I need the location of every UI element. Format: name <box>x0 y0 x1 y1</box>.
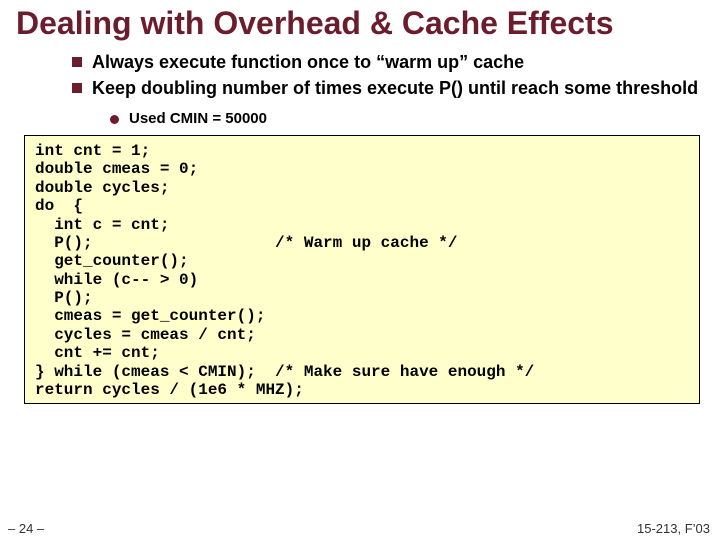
subbullet-item: Used CMIN = 50000 <box>110 110 720 127</box>
square-bullet-icon <box>72 57 82 67</box>
subbullet-text: Used CMIN = 50000 <box>129 110 267 127</box>
bullet-text: Keep doubling number of times execute P(… <box>92 77 718 100</box>
bullet-list: Always execute function once to “warm up… <box>0 51 720 106</box>
square-bullet-icon <box>72 83 82 93</box>
disc-bullet-icon <box>110 115 119 124</box>
page-number: – 24 – <box>8 521 44 536</box>
slide-title: Dealing with Overhead & Cache Effects <box>0 0 720 49</box>
subbullet-list: Used CMIN = 50000 <box>0 106 720 131</box>
slide: Dealing with Overhead & Cache Effects Al… <box>0 0 720 540</box>
course-tag: 15-213, F’03 <box>637 521 710 536</box>
bullet-item: Always execute function once to “warm up… <box>72 51 720 74</box>
bullet-item: Keep doubling number of times execute P(… <box>72 77 720 100</box>
code-block: int cnt = 1; double cmeas = 0; double cy… <box>24 135 700 404</box>
bullet-text: Always execute function once to “warm up… <box>92 51 544 74</box>
